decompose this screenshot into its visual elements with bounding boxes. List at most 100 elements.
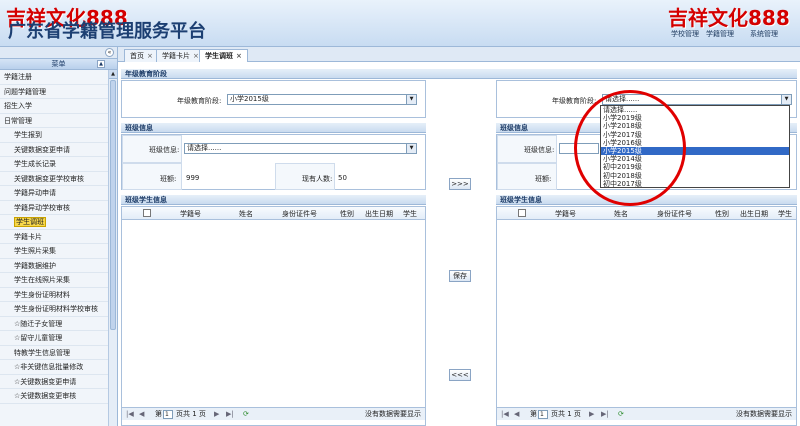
sidebar-item[interactable]: ☆关键数据变更申请 [0,375,117,389]
sidebar-item[interactable]: 学生身份证明材料 [0,288,117,302]
sidebar-item-label: 关键数据变更申请 [14,145,70,154]
sidebar-item[interactable]: 学生成长记录 [0,157,117,172]
save-button[interactable]: 保存 [449,270,471,282]
dropdown-option[interactable]: 初中2017级 [601,180,789,188]
prev-page-icon[interactable]: ◀ [514,408,519,420]
sidebar-item[interactable]: 学籍卡片 [0,230,117,244]
sidebar-item[interactable]: 关键数据变更学校审核 [0,172,117,186]
chevron-down-icon[interactable]: ▼ [406,95,416,104]
sidebar-item[interactable]: 学籍数据维护 [0,259,117,273]
refresh-icon[interactable]: ⟳ [618,408,624,420]
sidebar-item[interactable]: 学籍异动申请 [0,186,117,201]
sidebar-item[interactable]: 学生调班 [0,215,117,230]
sidebar: « 菜单 ▲ 学籍注册 问题学籍管理 招生入学 日常管理学生报到关键数据变更申请学生成… [0,47,118,426]
tab-student-card[interactable]: 学籍卡片 × [156,49,205,62]
col-id-number: 身份证件号 [282,210,317,218]
scroll-thumb[interactable] [110,80,116,330]
select-all-checkbox[interactable] [518,209,526,217]
sidebar-item[interactable]: 关键数据变更申请 [0,143,117,157]
menu-header-label: 菜单 [51,60,66,68]
chevron-down-icon[interactable]: ▼ [781,95,791,104]
sidebar-item[interactable]: 学生身份证明材料学校审核 [0,302,117,317]
collapse-icon[interactable]: « [105,48,114,57]
refresh-icon[interactable]: ⟳ [243,408,249,420]
sidebar-item-label: ☆随迁子女管理 [14,319,63,328]
move-right-button[interactable]: >>> [449,178,471,190]
col-name: 姓名 [239,210,253,218]
menu-list: 学籍注册 问题学籍管理 招生入学 日常管理学生报到关键数据变更申请学生成长记录关键数据… [0,70,117,404]
tab-student-transfer[interactable]: 学生调班 × [199,49,248,62]
sidebar-item-label: 关键数据变更学校审核 [14,174,84,183]
sidebar-item[interactable]: 日常管理 [0,114,117,128]
move-left-button[interactable]: <<< [449,369,471,381]
sidebar-item[interactable]: 学生在线照片采集 [0,273,117,288]
nav-student-management[interactable]: 学籍管理 [706,29,734,39]
sidebar-item-label: 学生报到 [14,131,42,139]
dropdown-option[interactable]: 小学2017级 [601,131,789,139]
last-page-icon[interactable]: ▶| [601,408,609,420]
close-icon[interactable]: × [147,52,153,60]
class-no-value: 999 [186,174,200,182]
sidebar-item[interactable]: 招生入学 [0,99,117,114]
grade-left-value: 小学2015级 [230,95,269,103]
students-left-grid: 学籍号 姓名 身份证件号 性别 出生日期 学生 |◀ ◀ 第 1 页共 1 页 … [121,206,426,426]
sidebar-item[interactable]: ☆关键数据变更审核 [0,389,117,404]
sidebar-item[interactable]: 学籍注册 [0,70,117,85]
sidebar-item[interactable]: 学生报到 [0,128,117,143]
scroll-up-icon[interactable]: ▲ [109,70,117,79]
page-input[interactable]: 1 [163,410,173,419]
page-input[interactable]: 1 [538,410,548,419]
close-icon[interactable]: × [193,52,199,60]
grade-dropdown-list[interactable]: 请选择...... 小学2019级 小学2018级 小学2017级 小学2016级 小学2… [600,105,790,188]
grade-section-title: 年级教育阶段 [121,69,797,79]
sidebar-item[interactable]: ☆随迁子女管理 [0,317,117,331]
students-right-title: 班级学生信息 [496,195,797,205]
class-right-select[interactable] [559,143,599,154]
nav-system-management[interactable]: 系统管理 [750,29,778,39]
tab-home[interactable]: 首页 × [124,49,159,62]
dropdown-option[interactable]: 小学2018级 [601,122,789,130]
sidebar-item[interactable]: 学生照片采集 [0,244,117,259]
grade-left-select[interactable]: 小学2015级 ▼ [227,94,417,105]
chevron-down-icon[interactable]: ▼ [406,144,416,153]
grade-right-value: 请选择...... [605,95,640,103]
dropdown-option[interactable]: 小学2016级 [601,139,789,147]
class-right-label: 班级信息: [524,146,555,154]
class-left-value: 请选择...... [187,144,222,152]
prev-page-icon[interactable]: ◀ [139,408,144,420]
sidebar-toolbar: « [0,47,117,59]
first-page-icon[interactable]: |◀ [501,408,509,420]
app-header: 吉祥文化888 广东省学籍管理服务平台 吉祥文化888 学校管理 学籍管理 系统… [0,0,800,47]
sidebar-item[interactable]: 特教学生信息管理 [0,346,117,360]
sidebar-item[interactable]: ☆非关键信息批量修改 [0,360,117,375]
sidebar-item[interactable]: ☆留守儿童管理 [0,331,117,346]
grade-right-label: 年级教育阶段: [552,97,597,105]
tab-student-transfer-label: 学生调班 [205,52,233,60]
next-page-icon[interactable]: ▶ [589,408,594,420]
dropdown-option[interactable]: 初中2018级 [601,172,789,180]
sidebar-item[interactable]: 学籍异动学校审核 [0,201,117,215]
dropdown-option[interactable]: 小学2015级 [601,146,789,156]
students-left-title: 班级学生信息 [121,195,426,205]
tab-home-label: 首页 [130,52,144,60]
class-left-select[interactable]: 请选择...... ▼ [184,143,417,154]
class-right-no-label: 班额: [535,175,552,183]
dropdown-option[interactable]: 初中2019级 [601,163,789,171]
dropdown-option[interactable]: 请选择...... [601,106,789,114]
menu-collapse-icon[interactable]: ▲ [97,60,105,68]
watermark-right: 吉祥文化888 [668,6,790,30]
pager-left: |◀ ◀ 第 1 页共 1 页 ▶ ▶| ⟳ 没有数据需要显示 [122,407,425,420]
count-label: 现有人数: [302,175,333,183]
next-page-icon[interactable]: ▶ [214,408,219,420]
first-page-icon[interactable]: |◀ [126,408,134,420]
close-icon[interactable]: × [236,52,242,60]
last-page-icon[interactable]: ▶| [226,408,234,420]
sidebar-item-label: ☆关键数据变更申请 [14,377,77,386]
grade-right-select[interactable]: 请选择...... ▼ [602,94,792,105]
sidebar-item-label: 学生在线照片采集 [14,276,70,284]
sidebar-item[interactable]: 问题学籍管理 [0,85,117,99]
select-all-checkbox[interactable] [143,209,151,217]
nav-school-management[interactable]: 学校管理 [671,29,699,39]
page-prefix: 第 [530,410,537,418]
sidebar-scrollbar[interactable]: ▲ [108,70,117,426]
